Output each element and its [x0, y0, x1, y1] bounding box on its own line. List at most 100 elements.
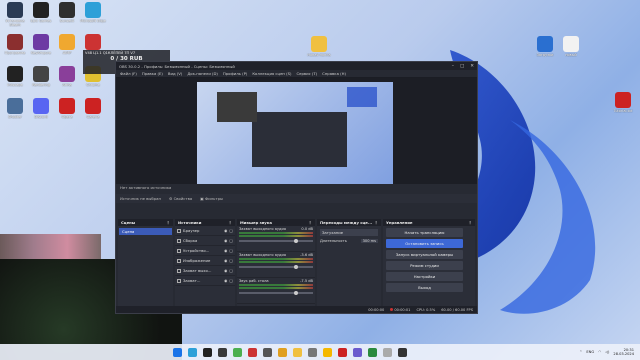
lock-icon[interactable]: ▢ [229, 258, 233, 263]
taskbar-app-icon[interactable] [247, 347, 257, 357]
menu-item[interactable]: Сервис (T) [296, 71, 317, 76]
fps: 60.00 / 60.00 FPS [441, 307, 473, 312]
eye-icon[interactable]: ◉ [224, 238, 227, 243]
maximize-icon[interactable]: □ [460, 64, 464, 69]
scenes-dock: Сцены ⋮ Сцена [118, 219, 173, 307]
app16-icon[interactable]: Garena [78, 98, 108, 123]
eye-icon[interactable]: ◉ [224, 268, 227, 273]
preview-area[interactable] [116, 78, 477, 187]
hotkey-hint: Нет активного источника [120, 185, 172, 190]
volume-slider[interactable] [239, 239, 313, 243]
dock-menu-icon[interactable]: ⋮ [468, 220, 472, 225]
transitions-dock: Переходы между сце... ⋮ Затухание Длитель… [317, 219, 381, 307]
scene-item[interactable]: Сцена [119, 228, 172, 235]
minimize-icon[interactable]: – [452, 64, 454, 69]
level-meter [239, 235, 313, 237]
controls-dock: Управление ⋮ Начать трансляцию Остановить … [383, 219, 475, 307]
obs-title: OBS 30.0.2 - Профиль: Безымянный - Сцены… [119, 63, 235, 69]
menu-item[interactable]: Вид (V) [168, 71, 182, 76]
duration-field[interactable]: 300 ms [360, 239, 378, 243]
source-item[interactable]: Изображение ◉ ▢ [175, 256, 235, 266]
channel-level: -7.5 dB [300, 279, 313, 283]
source-item[interactable]: Захват... ◉ ▢ [175, 276, 235, 286]
volume-slider[interactable] [239, 291, 313, 295]
taskbar-app-icon[interactable] [322, 347, 332, 357]
mixer-channel: Захват выходного аудио -3.6 dB [237, 252, 315, 278]
control-button[interactable]: Выход [386, 283, 463, 292]
transition-select[interactable]: Затухание [320, 229, 378, 236]
menu-item[interactable]: Справка (H) [322, 71, 346, 76]
obs-window[interactable]: OBS 30.0.2 - Профиль: Безымянный - Сцены… [115, 61, 478, 314]
taskbar-app-icon[interactable] [397, 347, 407, 357]
lock-icon[interactable]: ▢ [229, 268, 233, 273]
control-button[interactable]: Запуск виртуальной камеры [386, 250, 463, 259]
menu-item[interactable]: Файл (F) [120, 71, 137, 76]
duration-label: Длительность [320, 239, 347, 243]
eye-icon[interactable]: ◉ [224, 258, 227, 263]
dock-menu-icon[interactable]: ⋮ [308, 220, 312, 225]
eye-icon[interactable]: ◉ [224, 228, 227, 233]
volume-slider[interactable] [239, 265, 313, 269]
dock-menu-icon[interactable]: ⋮ [374, 220, 378, 225]
preview-canvas[interactable] [197, 82, 393, 187]
dock-menu-icon[interactable]: ⋮ [166, 220, 170, 225]
source-item[interactable]: Браузер ◉ ▢ [175, 226, 235, 236]
lock-icon[interactable]: ▢ [229, 238, 233, 243]
taskbar-app-icon[interactable] [292, 347, 302, 357]
mixer-dock: Микшер звука ⋮ Захват выходного аудио 0.0 … [237, 219, 315, 307]
source-item[interactable]: Сборка ◉ ▢ [175, 236, 235, 246]
source-item[interactable]: Захват выхо... ◉ ▢ [175, 266, 235, 276]
control-button[interactable]: Режим студии [386, 261, 463, 270]
system-tray: ⌃ ENG ◠ ◁) 20:31 28.03.2024 [579, 348, 640, 356]
control-button[interactable]: Начать трансляцию [386, 228, 463, 237]
stream-time: 00:00:00 [368, 307, 385, 312]
close-icon[interactable]: ✕ [470, 64, 474, 69]
taskbar-app-icon[interactable] [382, 347, 392, 357]
properties-button[interactable]: ⚙ Свойства [169, 196, 192, 201]
taskbar-app-icon[interactable] [202, 347, 212, 357]
folder-icon[interactable]: Новая папка [304, 36, 334, 61]
lock-icon[interactable]: ▢ [229, 228, 233, 233]
taskbar-app-icon[interactable] [307, 347, 317, 357]
source-type-icon [177, 258, 181, 263]
control-button[interactable]: Настройки [386, 272, 463, 281]
source-bar: Источник не выбран ⚙ Свойства ▣ Фильтры [116, 194, 477, 203]
taskbar-app-icon[interactable] [232, 347, 242, 357]
clock[interactable]: 20:31 28.03.2024 [613, 348, 634, 356]
lock-icon[interactable]: ▢ [229, 248, 233, 253]
lang-indicator[interactable]: ENG [586, 350, 594, 354]
taskbar-app-icon[interactable] [262, 347, 272, 357]
menu-item[interactable]: Коллекция сцен (S) [252, 71, 291, 76]
source-type-icon [177, 228, 181, 233]
tray-chevron-icon[interactable]: ⌃ [579, 350, 582, 354]
no-source-label: Источник не выбран [120, 196, 161, 201]
volume-icon[interactable]: ◁) [605, 350, 609, 354]
lock-icon[interactable]: ▢ [229, 278, 233, 283]
eye-icon[interactable]: ◉ [224, 248, 227, 253]
app4-icon[interactable]: Microsoft Edge [78, 2, 108, 27]
channel-name: Захват выходного аудио [239, 253, 287, 257]
filters-button[interactable]: ▣ Фильтры [200, 196, 223, 201]
control-button[interactable]: Остановить запись [386, 239, 463, 248]
taskbar-app-icon[interactable] [217, 347, 227, 357]
taskbar-app-icon[interactable] [337, 347, 347, 357]
source-item[interactable]: Устройство... ◉ ▢ [175, 246, 235, 256]
obs-docks: Сцены ⋮ Сцена Источники ⋮ Браузер ◉ ▢ Сборка ◉… [116, 219, 477, 307]
eye-icon[interactable]: ◉ [224, 278, 227, 283]
wifi-icon[interactable]: ◠ [598, 350, 601, 354]
menu-item[interactable]: Док-панели (D) [187, 71, 218, 76]
taskbar-app-icon[interactable] [367, 347, 377, 357]
taskbar-app-icon[interactable] [172, 347, 182, 357]
taskbar-app-icon[interactable] [187, 347, 197, 357]
obs-titlebar[interactable]: OBS 30.0.2 - Профиль: Безымянный - Сцены… [116, 62, 477, 70]
menu-item[interactable]: Профиль (P) [223, 71, 247, 76]
sources-title: Источники [178, 220, 202, 225]
taskbar-app-icon[interactable] [352, 347, 362, 357]
menu-item[interactable]: Правка (E) [142, 71, 163, 76]
cpu-usage: CPU: 0.5% [416, 307, 436, 312]
file-icon[interactable]: новый [556, 36, 586, 61]
opera-icon[interactable]: Tutorial.txt [608, 92, 638, 117]
taskbar-app-icon[interactable] [277, 347, 287, 357]
transitions-title: Переходы между сце... [320, 220, 373, 225]
dock-menu-icon[interactable]: ⋮ [228, 220, 232, 225]
